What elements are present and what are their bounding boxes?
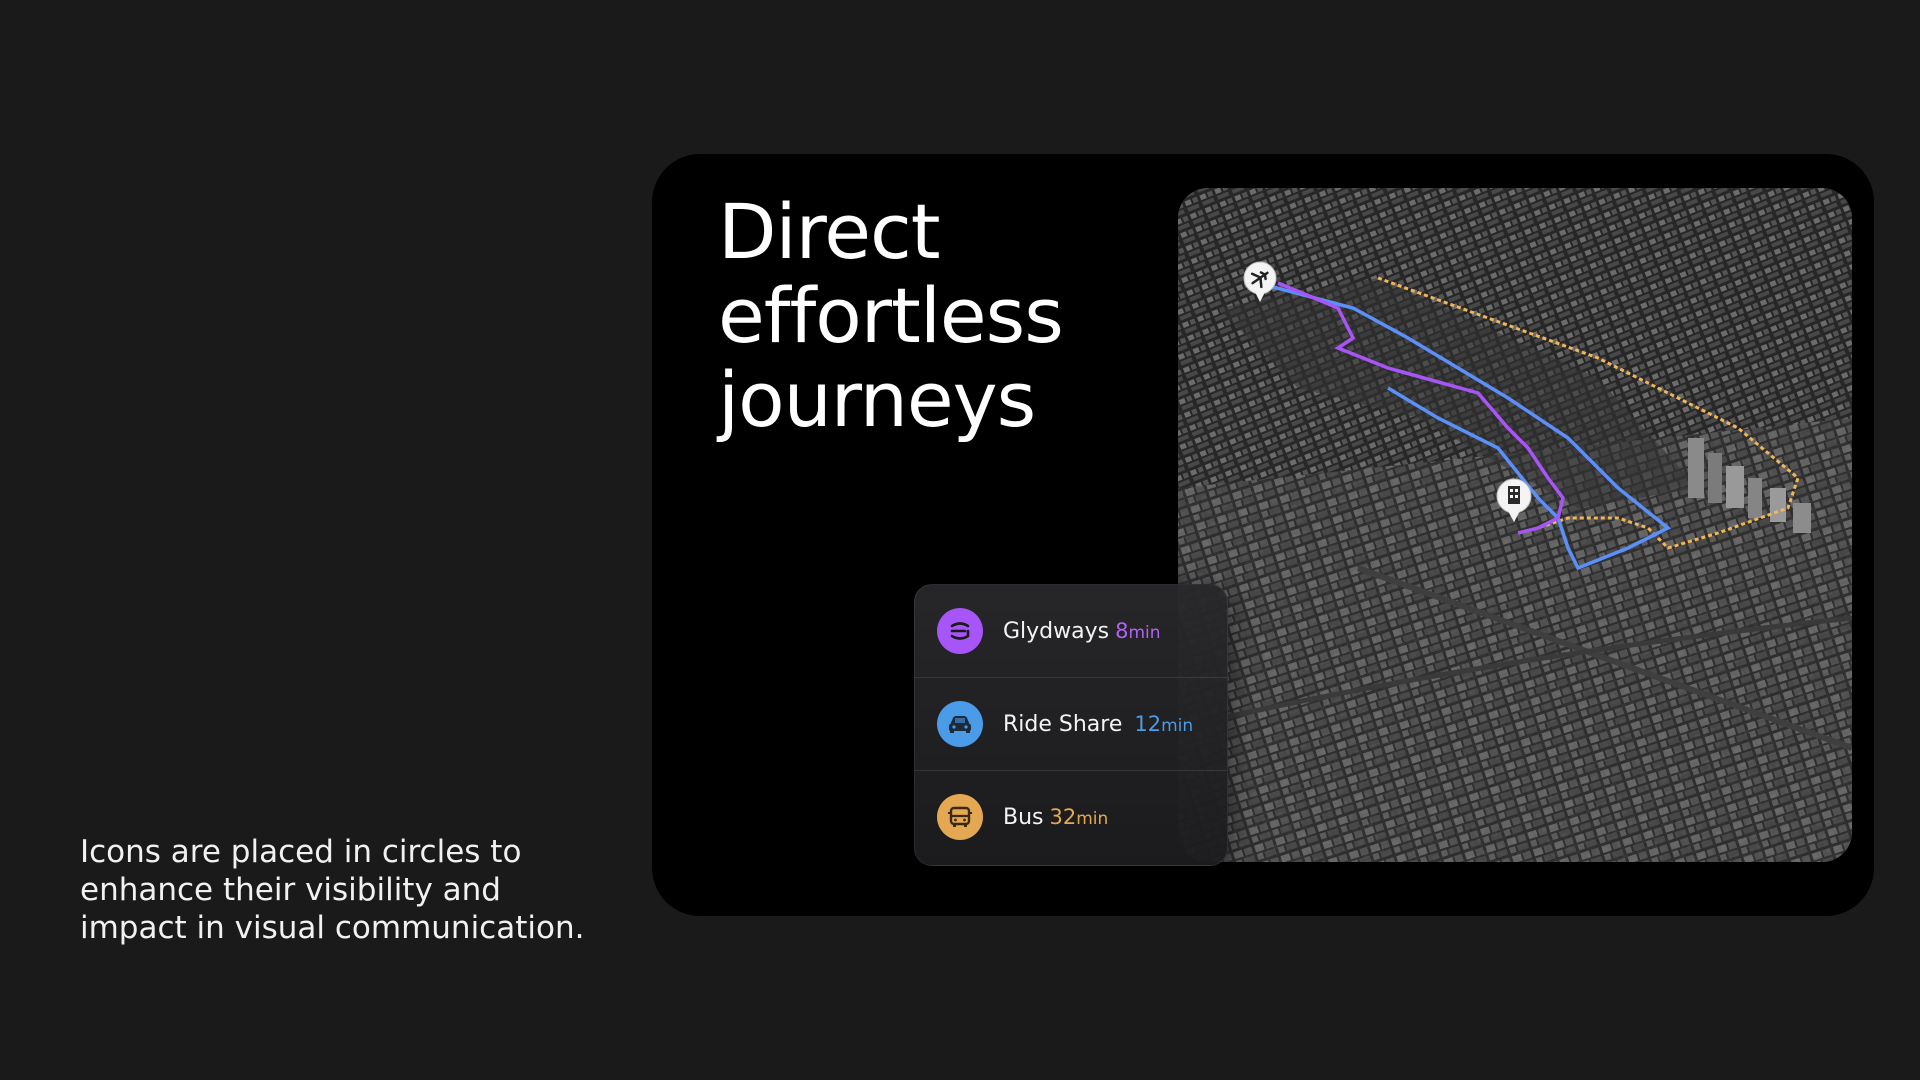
bus-icon [937,794,983,840]
headline-line-2: effortless [718,271,1064,360]
option-glydways[interactable]: Glydways 8min [915,585,1227,677]
option-name: Ride Share [1003,711,1123,737]
option-time: 8min [1115,618,1161,643]
city-map[interactable] [1178,188,1852,862]
headline: Direct effortless journeys [718,190,1138,442]
option-bus[interactable]: Bus 32min [915,771,1227,863]
option-label: Glydways 8min [1003,619,1161,644]
slide: Icons are placed in circles to enhance t… [0,0,1920,1080]
caption-text: Icons are placed in circles to enhance t… [80,834,585,946]
option-label: Ride Share 12min [1003,712,1193,737]
headline-line-3: journeys [718,355,1036,444]
option-time: 12min [1134,711,1194,736]
option-label: Bus 32min [1003,805,1108,830]
headline-line-1: Direct [718,187,941,276]
car-icon [937,701,983,747]
building-icon [1508,486,1520,504]
option-ride-share[interactable]: Ride Share 12min [915,678,1227,770]
transport-options-panel: Glydways 8min Ride Share 12min Bus 32min [914,584,1228,866]
journey-card: Direct effortless journeys Glydways 8min… [652,154,1874,916]
option-time: 32min [1049,804,1109,829]
glydways-logo-icon [937,608,983,654]
option-name: Glydways [1003,618,1110,644]
option-name: Bus [1003,804,1044,830]
